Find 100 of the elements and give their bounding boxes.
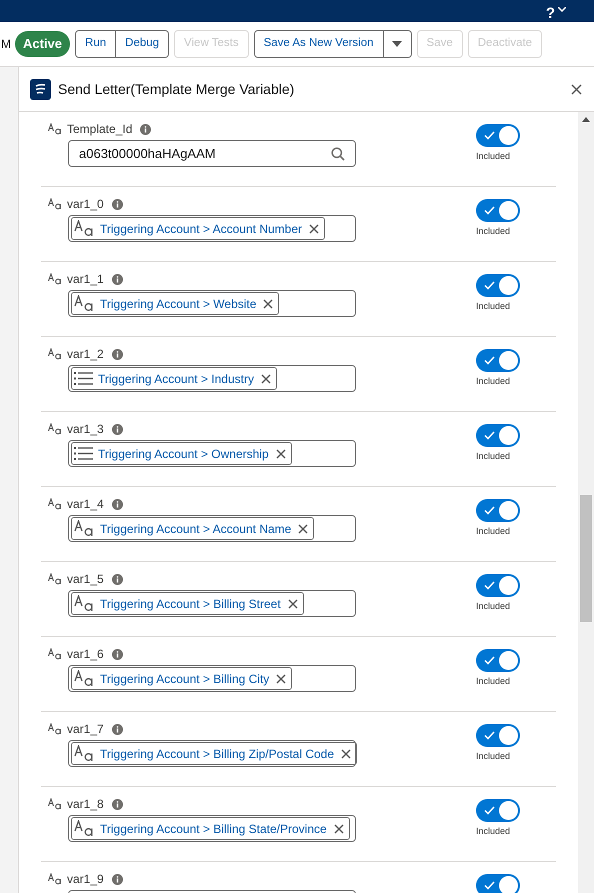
included-toggle[interactable] <box>476 274 520 297</box>
merge-pill[interactable]: Triggering Account > Billing State/Province <box>71 817 350 840</box>
merge-pill[interactable]: Triggering Account > Ownership <box>71 442 292 465</box>
remove-icon[interactable] <box>288 598 298 608</box>
toolbar-button[interactable]: Debug <box>116 30 170 58</box>
toggle-label: Included <box>476 827 510 836</box>
included-toggle[interactable] <box>476 124 520 147</box>
variable-label: var1_5 <box>67 571 104 588</box>
info-icon[interactable] <box>112 424 123 434</box>
variable-label: var1_3 <box>67 421 104 438</box>
text-type-icon <box>74 220 95 237</box>
scrollbar-thumb[interactable] <box>580 495 592 622</box>
remove-icon[interactable] <box>276 448 286 458</box>
check-icon <box>484 881 495 890</box>
text-type-icon <box>48 798 62 810</box>
merge-field[interactable]: Triggering Account > Billing Street <box>68 590 356 617</box>
merge-field[interactable]: Triggering Account > Website <box>68 290 356 317</box>
text-type-icon <box>74 595 95 612</box>
included-toggle[interactable] <box>476 349 520 372</box>
pill-label: Triggering Account > Ownership <box>98 446 269 462</box>
scroll-up-icon[interactable] <box>582 117 590 122</box>
field-value: a063t00000haHAgAAM <box>79 144 216 163</box>
included-toggle[interactable] <box>476 874 520 893</box>
text-type-icon <box>48 123 62 135</box>
text-type-icon <box>48 273 62 285</box>
text-type-icon <box>48 498 62 510</box>
remove-icon[interactable] <box>298 524 308 534</box>
merge-field[interactable]: Triggering Account > Ownership <box>68 440 356 467</box>
toggle-label: Included <box>476 227 510 236</box>
pill-label: Triggering Account > Billing City <box>100 670 270 688</box>
dropdown-button[interactable] <box>384 30 412 58</box>
included-toggle[interactable] <box>476 424 520 447</box>
merge-pill[interactable]: Triggering Account > Account Name <box>71 517 314 540</box>
merge-field[interactable]: Triggering Account > Industry <box>68 365 356 392</box>
status-badge: Active <box>15 31 70 57</box>
merge-field[interactable]: Triggering Account > Account Number <box>68 215 356 242</box>
remove-icon[interactable] <box>263 298 274 308</box>
pill-label: Triggering Account > Billing Zip/Postal Code <box>100 746 334 762</box>
close-icon[interactable] <box>571 84 582 94</box>
remove-icon[interactable] <box>334 824 344 834</box>
toggle-label: Included <box>476 752 510 761</box>
included-toggle[interactable] <box>476 649 520 672</box>
check-icon <box>484 806 495 815</box>
check-icon <box>484 431 495 440</box>
included-toggle[interactable] <box>476 199 520 222</box>
pill-label: Triggering Account > Industry <box>98 370 254 388</box>
variable-label: var1_0 <box>67 196 104 213</box>
cut-label: M <box>1 36 11 53</box>
pill-label: Triggering Account > Billing State/Province <box>100 820 327 838</box>
merge-pill[interactable]: Triggering Account > Website <box>71 292 280 315</box>
info-icon[interactable] <box>112 574 123 584</box>
text-type-icon <box>74 745 95 762</box>
pill-label: Triggering Account > Account Name <box>100 520 292 538</box>
search-icon[interactable] <box>331 146 345 160</box>
merge-pill[interactable]: Triggering Account > Billing Street <box>71 592 304 615</box>
list-icon <box>74 447 93 460</box>
merge-pill[interactable]: Triggering Account > Billing City <box>71 667 292 690</box>
toggle-label: Included <box>476 152 510 161</box>
variable-label: var1_2 <box>67 346 104 363</box>
variable-label: var1_9 <box>67 871 104 888</box>
included-toggle[interactable] <box>476 499 520 522</box>
remove-icon[interactable] <box>260 374 271 384</box>
info-icon[interactable] <box>112 724 123 734</box>
lookup-field[interactable]: a063t00000haHAgAAM <box>68 140 356 167</box>
help-icon[interactable]: ? <box>546 6 555 22</box>
check-icon <box>484 206 495 215</box>
merge-field[interactable]: Triggering Account > Billing City <box>68 665 356 692</box>
check-icon <box>484 281 495 290</box>
info-icon[interactable] <box>112 874 123 884</box>
included-toggle[interactable] <box>476 574 520 597</box>
toolbar-button[interactable]: Run <box>75 30 116 58</box>
remove-icon[interactable] <box>341 748 352 758</box>
merge-pill[interactable]: Triggering Account > Industry <box>71 367 277 390</box>
remove-icon[interactable] <box>276 674 286 684</box>
text-type-icon <box>48 648 62 660</box>
info-icon[interactable] <box>112 498 123 510</box>
text-type-icon <box>74 670 95 687</box>
check-icon <box>484 656 495 665</box>
included-toggle[interactable] <box>476 724 520 747</box>
info-icon[interactable] <box>140 124 152 134</box>
toggle-label: Included <box>476 527 510 536</box>
caret-icon[interactable] <box>558 7 566 12</box>
info-icon[interactable] <box>112 798 123 810</box>
info-icon[interactable] <box>112 348 123 360</box>
info-icon[interactable] <box>112 648 123 660</box>
check-icon <box>484 506 495 515</box>
variable-label: var1_4 <box>67 496 104 513</box>
info-icon[interactable] <box>112 274 123 284</box>
scrollbar[interactable] <box>578 112 594 893</box>
text-type-icon <box>74 520 95 537</box>
info-icon[interactable] <box>112 198 123 210</box>
merge-field[interactable]: Triggering Account > Billing State/Province <box>68 815 356 842</box>
pill-label: Triggering Account > Account Number <box>100 220 302 238</box>
toolbar-button[interactable]: Save As New Version <box>254 30 384 58</box>
merge-field[interactable]: Triggering Account > Account Name <box>68 515 356 542</box>
included-toggle[interactable] <box>476 799 520 822</box>
check-icon <box>484 581 495 590</box>
merge-pill[interactable]: Triggering Account > Account Number <box>71 217 325 240</box>
remove-icon[interactable] <box>309 224 319 234</box>
caret-icon <box>392 41 402 47</box>
